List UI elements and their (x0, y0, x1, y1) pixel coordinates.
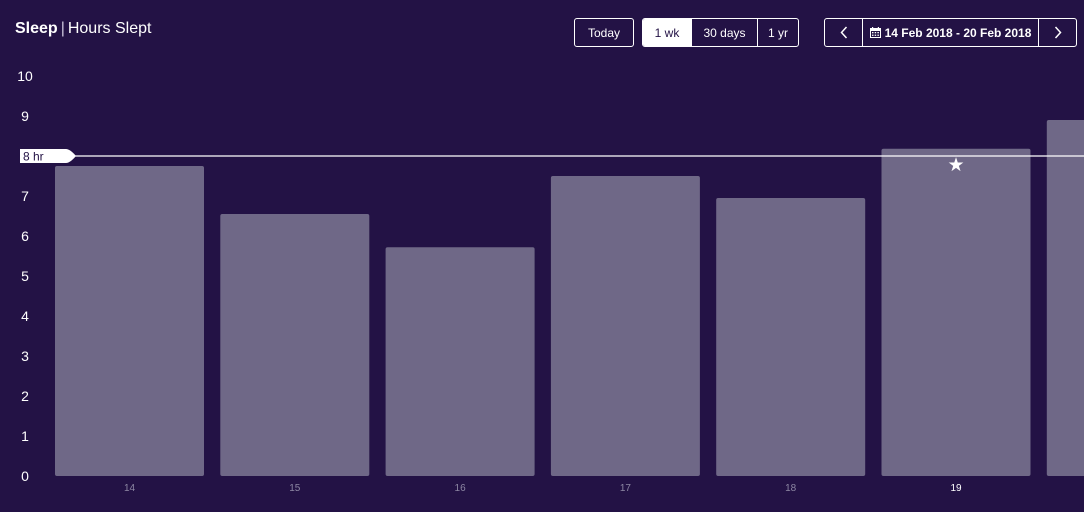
y-tick-label: 3 (21, 348, 29, 364)
y-tick-label: 7 (21, 188, 29, 204)
goal-label: 8 hr (23, 150, 44, 164)
x-tick-label: 19 (950, 483, 962, 494)
bar-20[interactable] (1046, 120, 1084, 476)
y-tick-label: 4 (21, 308, 29, 324)
bar-14[interactable] (55, 166, 204, 476)
y-tick-label: 1 (21, 428, 29, 444)
y-tick-label: 9 (21, 108, 29, 124)
bar-18[interactable] (716, 198, 866, 476)
x-tick-label: 14 (124, 483, 136, 494)
y-tick-label: 10 (17, 68, 33, 84)
bar-17[interactable] (550, 176, 700, 476)
sleep-bar-chart: 0 1 2 3 4 5 6 7 9 10 14 15 16 17 18 19 8 hr ★ (17, 68, 1084, 494)
x-tick-label: 18 (785, 483, 797, 494)
bar-15[interactable] (220, 214, 370, 476)
bar-16[interactable] (385, 247, 535, 476)
y-tick-label: 5 (21, 268, 29, 284)
x-tick-label: 15 (289, 483, 301, 494)
x-tick-label: 17 (620, 483, 632, 494)
bar-19[interactable] (881, 148, 1031, 477)
y-tick-label: 2 (21, 388, 29, 404)
y-tick-label: 0 (21, 468, 29, 484)
x-tick-label: 16 (455, 483, 467, 494)
y-tick-label: 6 (21, 228, 29, 244)
goal-reached-star-icon: ★ (947, 154, 964, 176)
